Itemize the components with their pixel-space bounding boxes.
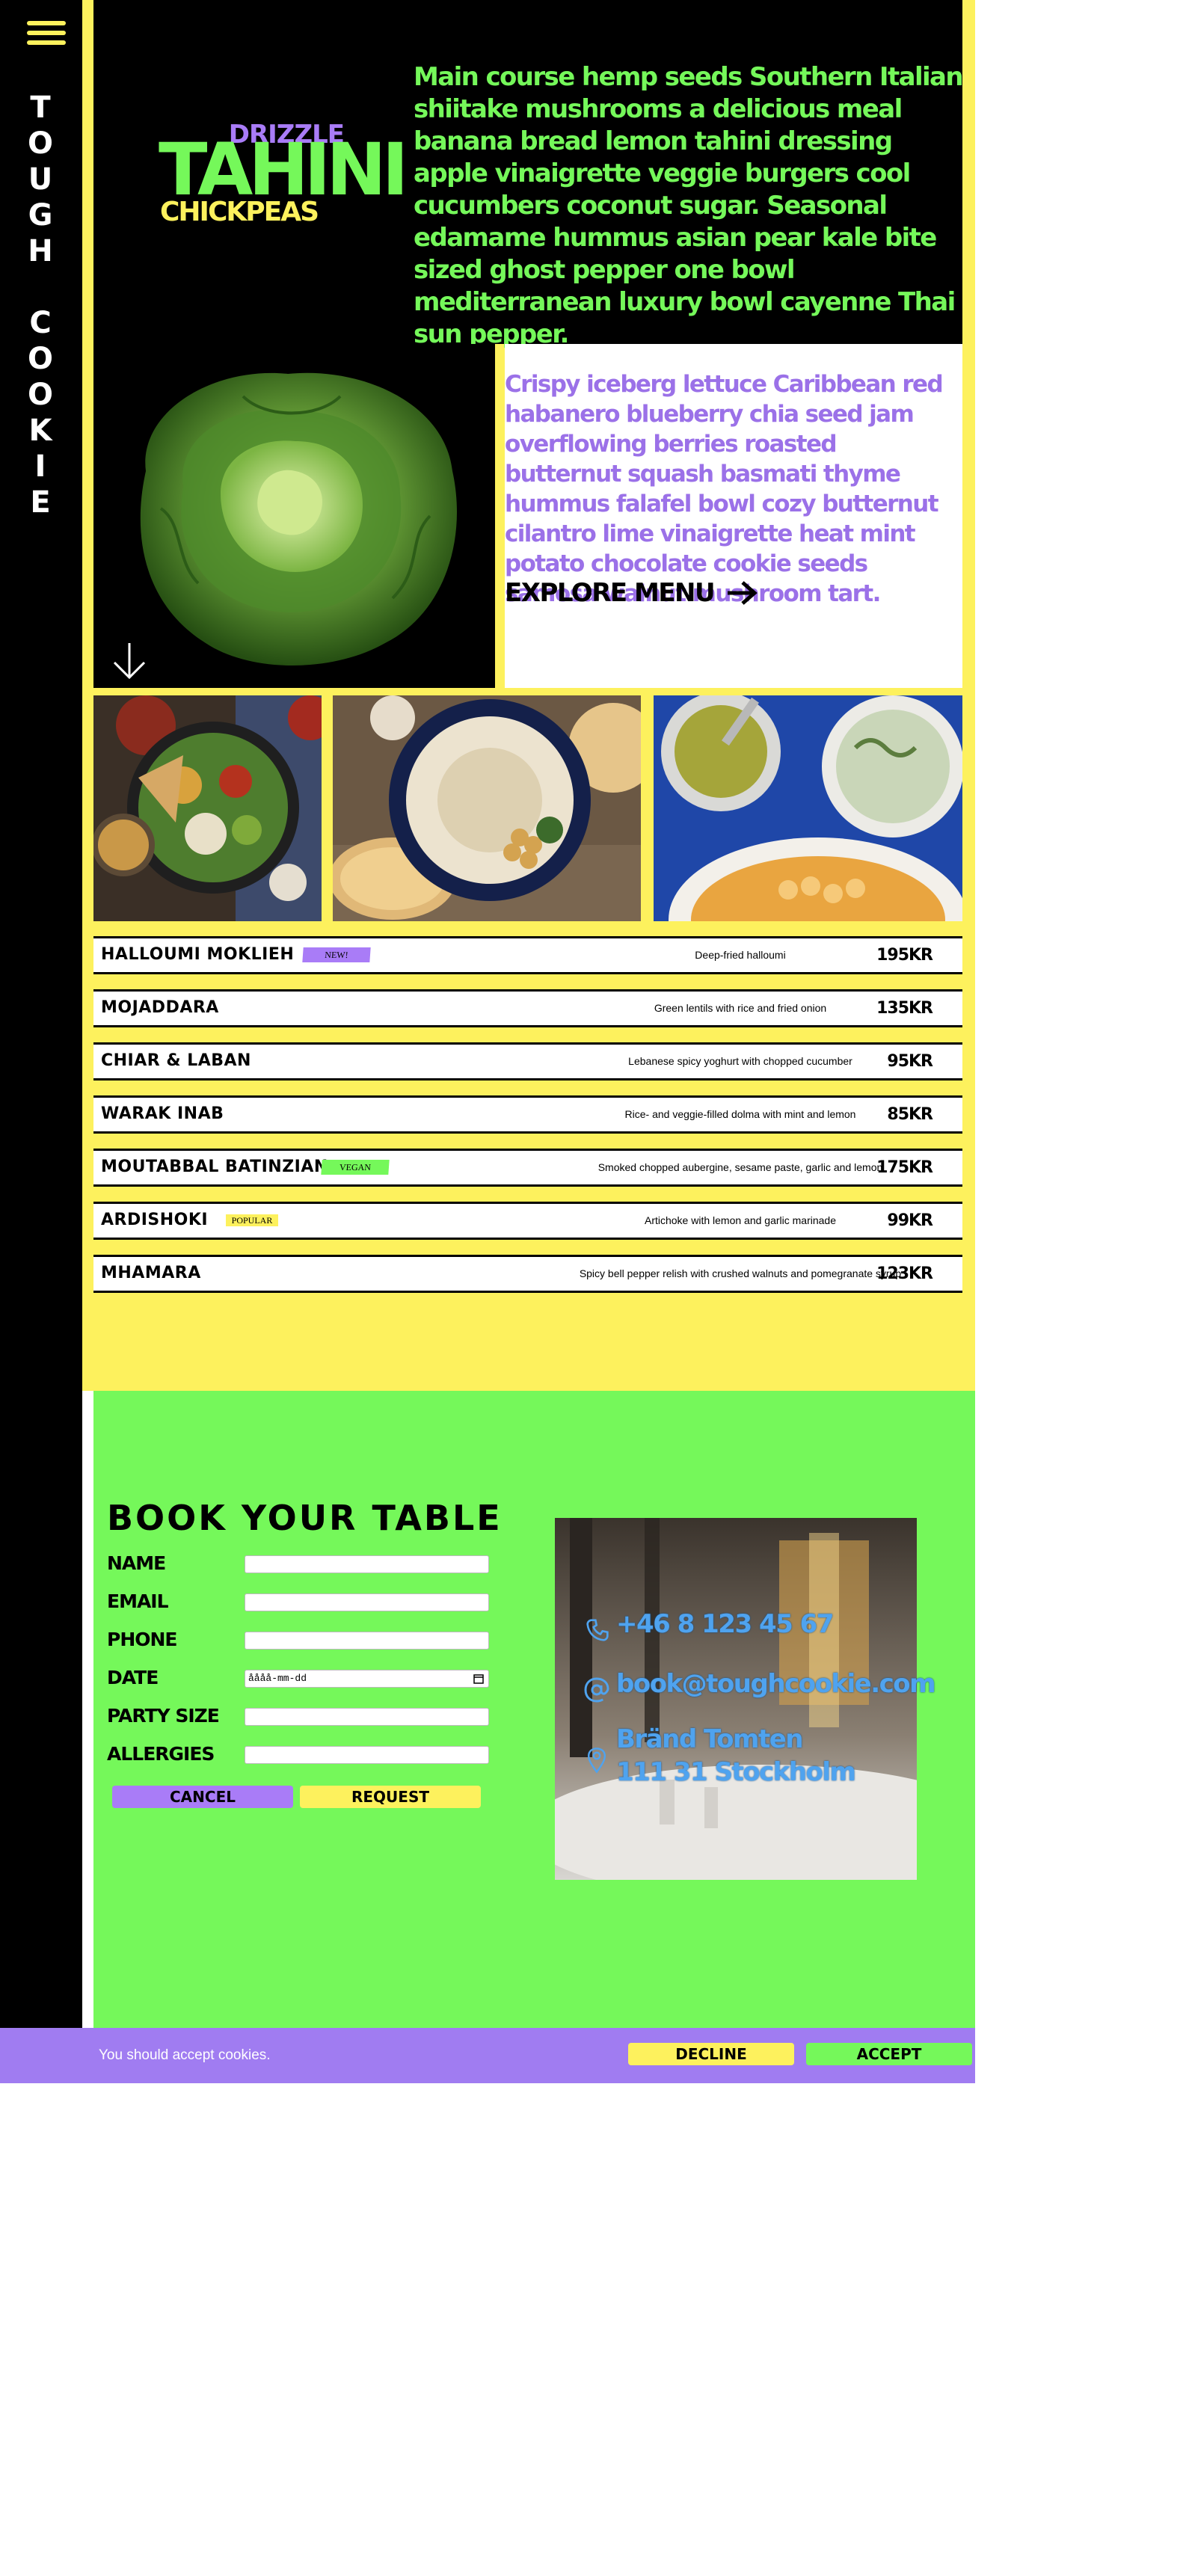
menu-item-price: 135KR — [876, 999, 933, 1018]
cookie-message: You should accept cookies. — [99, 2047, 271, 2063]
menu-item-name: ARDISHOKI — [101, 1211, 209, 1229]
menu-item-description: Spicy bell pepper relish with crushed wa… — [579, 1267, 902, 1279]
photo-salad-platter — [93, 695, 322, 921]
new-badge: NEW! — [302, 947, 371, 962]
contact-address-line1: Bränd Tomten — [616, 1724, 804, 1754]
date-placeholder: åååå-mm-dd — [248, 1673, 307, 1684]
contact-address-line2: 111 31 Stockholm — [616, 1757, 856, 1787]
brand-letter: O — [27, 378, 53, 412]
party-size-input[interactable] — [245, 1708, 489, 1726]
tahini-logo: DRIZZLE TAHINI CHICKPEAS — [157, 116, 408, 236]
request-button[interactable]: REQUEST — [300, 1786, 481, 1808]
logo-chickpeas-text: CHICKPEAS — [160, 197, 319, 227]
calendar-icon[interactable] — [473, 1673, 484, 1684]
hamburger-menu-icon[interactable] — [27, 21, 66, 48]
photo-hummus-bowl — [333, 695, 641, 921]
explore-menu-label: EXPLORE MENU — [505, 578, 716, 608]
explore-menu-link[interactable]: EXPLORE MENU — [505, 578, 758, 608]
brand-letter: I — [34, 449, 46, 484]
menu-item-description: Lebanese spicy yoghurt with chopped cucu… — [628, 1055, 852, 1067]
menu-item-description: Smoked chopped aubergine, sesame paste, … — [597, 1161, 883, 1173]
allergies-input[interactable] — [245, 1746, 489, 1764]
brand-spacer — [25, 269, 55, 305]
hero-card-description: Crispy iceberg lettuce Caribbean red hab… — [505, 371, 944, 607]
menu-row[interactable]: ARDISHOKI POPULAR Artichoke with lemon a… — [93, 1202, 962, 1240]
brand-letter: G — [28, 198, 53, 233]
scroll-down-arrow-icon[interactable] — [112, 642, 147, 680]
menu-item-description: Deep-fried halloumi — [695, 949, 786, 961]
popular-badge: POPULAR — [226, 1214, 278, 1226]
menu-item-name: MOJADDARA — [101, 998, 219, 1017]
menu-item-price: 95KR — [887, 1052, 933, 1071]
menu-item-price: 195KR — [876, 946, 933, 965]
menu-item-name: MOUTABBAL BATINZIAN — [101, 1158, 328, 1176]
menu-item-price: 99KR — [887, 1211, 933, 1230]
menu-row[interactable]: CHIAR & LABAN Lebanese spicy yoghurt wit… — [93, 1042, 962, 1080]
menu-item-description: Rice- and veggie-filled dolma with mint … — [624, 1108, 856, 1120]
email-input[interactable] — [245, 1593, 489, 1611]
phone-input[interactable] — [245, 1632, 489, 1650]
menu-item-price: 175KR — [876, 1158, 933, 1177]
decline-cookies-button[interactable]: DECLINE — [628, 2043, 794, 2065]
logo-tahini-text: TAHINI — [159, 128, 408, 212]
brand-letter: K — [28, 414, 52, 448]
phone-icon — [586, 1619, 609, 1641]
date-label: DATE — [107, 1667, 159, 1688]
accept-cookies-button[interactable]: ACCEPT — [806, 2043, 972, 2065]
menu-item-description: Green lentils with rice and fried onion — [654, 1002, 827, 1014]
menu-item-name: CHIAR & LABAN — [101, 1051, 251, 1070]
contact-email[interactable]: book@toughcookie.com — [616, 1669, 936, 1699]
booking-title: BOOK YOUR TABLE — [107, 1498, 503, 1538]
menu-row[interactable]: MOUTABBAL BATINZIAN VEGAN Smoked chopped… — [93, 1149, 962, 1187]
email-label: EMAIL — [107, 1590, 169, 1612]
menu-row[interactable]: HALLOUMI MOKLIEH NEW! Deep-fried halloum… — [93, 936, 962, 974]
menu-item-description: Artichoke with lemon and garlic marinade — [644, 1214, 836, 1226]
lettuce-illustration — [140, 372, 457, 665]
menu-item-price: 85KR — [887, 1105, 933, 1124]
brand-letter: U — [28, 162, 53, 197]
brand-letter: O — [27, 126, 53, 161]
brand-letter: O — [27, 342, 53, 376]
menu-row[interactable]: WARAK INAB Rice- and veggie-filled dolma… — [93, 1095, 962, 1134]
menu-item-price: 123KR — [876, 1264, 933, 1283]
arrow-right-icon — [728, 581, 758, 605]
brand-letter: T — [30, 90, 51, 125]
menu-row[interactable]: MHAMARA Spicy bell pepper relish with cr… — [93, 1255, 962, 1293]
brand-letter: C — [29, 306, 52, 340]
menu-row[interactable]: MOJADDARA Green lentils with rice and fr… — [93, 989, 962, 1027]
at-sign-icon — [584, 1677, 609, 1703]
phone-label: PHONE — [107, 1629, 177, 1650]
menu-item-name: WARAK INAB — [101, 1104, 224, 1123]
photo-dips-spread — [654, 695, 962, 921]
contact-phone[interactable]: +46 8 123 45 67 — [616, 1609, 834, 1639]
cancel-button[interactable]: CANCEL — [112, 1786, 293, 1808]
rail-divider — [82, 1391, 93, 2028]
menu-item-name: MHAMARA — [101, 1264, 201, 1282]
vegan-badge: VEGAN — [321, 1160, 390, 1175]
allergies-label: ALLERGIES — [107, 1743, 215, 1765]
brand-letter: H — [28, 234, 53, 268]
brand-letter: E — [30, 485, 51, 520]
lettuce-image — [93, 344, 495, 688]
menu-item-name: HALLOUMI MOKLIEH — [101, 945, 295, 964]
location-pin-icon — [587, 1747, 606, 1774]
cookie-banner: You should accept cookies. DECLINE ACCEP… — [0, 2028, 975, 2083]
name-input[interactable] — [245, 1555, 489, 1573]
side-rail: T O U G H C O O K I E — [0, 0, 82, 2028]
date-input[interactable]: åååå-mm-dd — [245, 1670, 489, 1688]
hero-description: Main course hemp seeds Southern Italian … — [414, 62, 964, 349]
brand-vertical-name: T O U G H C O O K I E — [25, 90, 55, 520]
name-label: NAME — [107, 1552, 166, 1574]
party-size-label: PARTY SIZE — [107, 1705, 220, 1727]
